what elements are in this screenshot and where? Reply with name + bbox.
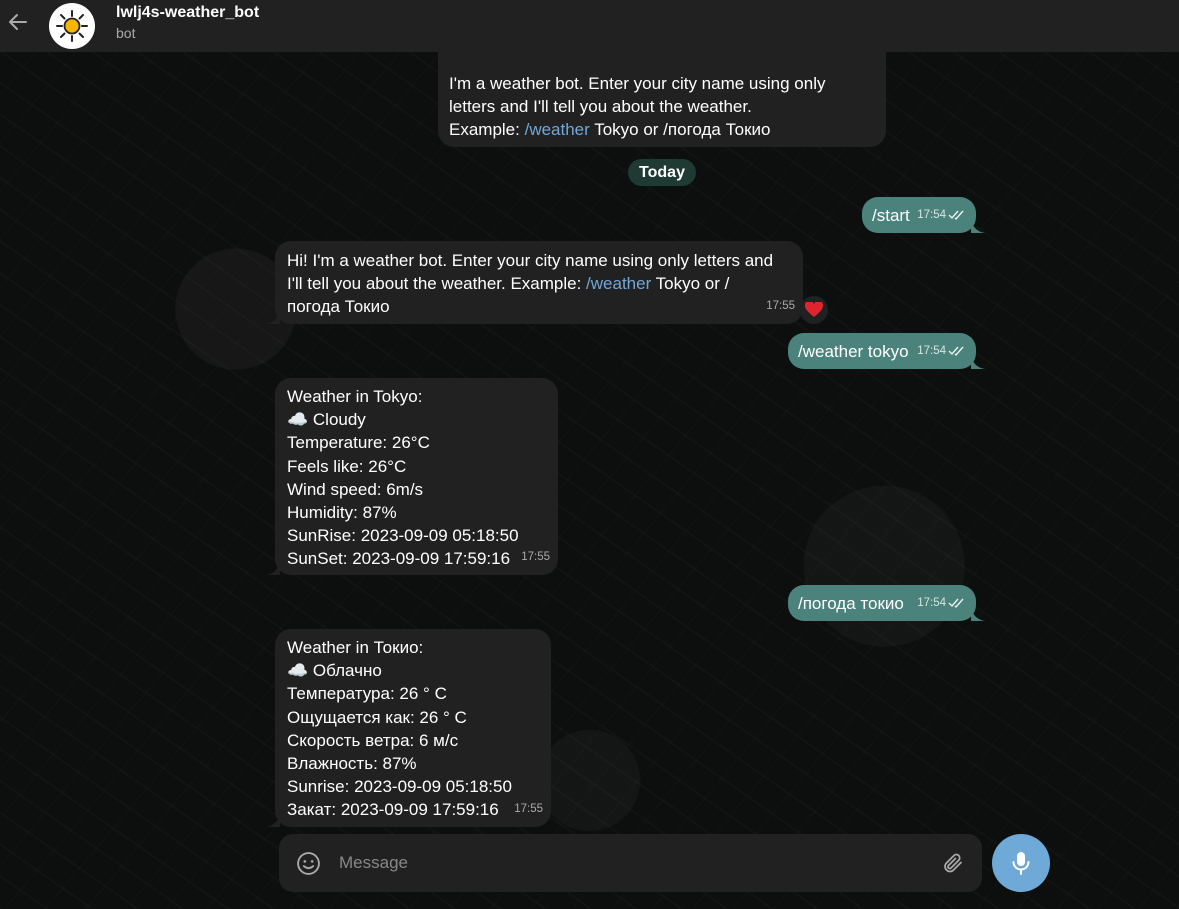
message-line: Wind speed: 6m/s: [287, 479, 424, 499]
message-bot-weather-ru[interactable]: Weather in Токио: ☁️ Облачно Температура…: [266, 629, 551, 827]
message-line: ☁️ Облачно: [287, 661, 382, 681]
message-time: 17:55: [766, 299, 795, 312]
chat-header: lwlj4s-weather_bot bot: [0, 0, 1179, 52]
message-line: I'm a weather bot. Enter your city name …: [449, 74, 826, 93]
message-line: Влажность: 87%: [287, 754, 417, 774]
message-time: 17:54: [917, 204, 966, 227]
message-line: Ощущается как: 26 ° C: [287, 707, 467, 727]
message-line: I'll tell you about the weather. Example…: [287, 274, 730, 294]
message-line: ☁️ Cloudy: [287, 410, 366, 430]
message-text: /weather tokyo: [798, 342, 909, 361]
message-user-start[interactable]: /start 17:54: [862, 197, 985, 233]
chat-background: [0, 52, 1179, 909]
message-line: Температура: 26 ° C: [287, 684, 447, 704]
message-bot-greeting[interactable]: Hi! I'm a weather bot. Enter your city n…: [266, 241, 803, 324]
message-line: Hi! I'm a weather bot. Enter your city n…: [287, 251, 774, 270]
message-composer: Message: [279, 834, 982, 892]
paperclip-icon[interactable]: [941, 851, 965, 875]
message-line: Weather in Токио:: [287, 638, 424, 657]
message-line: погода Токио: [287, 297, 390, 317]
message-bot-weather-en[interactable]: Weather in Tokyo: ☁️ Cloudy Temperature:…: [266, 378, 558, 575]
message-input[interactable]: Message: [339, 853, 408, 873]
message-time: 17:54: [917, 592, 966, 615]
message-line: SunSet: 2023-09-09 17:59:16: [287, 549, 511, 569]
bubble-tail: [266, 310, 280, 324]
message-time: 17:55: [521, 550, 550, 563]
message-line: SunRise: 2023-09-09 05:18:50: [287, 526, 519, 546]
message-line: Feels like: 26°C: [287, 456, 407, 476]
reaction-heart[interactable]: [800, 296, 828, 324]
message-line: Weather in Tokyo:: [287, 387, 423, 406]
voice-record-button[interactable]: [992, 834, 1050, 892]
heart-icon: [805, 302, 823, 317]
double-check-icon: [948, 598, 964, 608]
bubble-tail: [971, 355, 985, 369]
command-link[interactable]: /weather: [525, 120, 590, 139]
bubble-tail: [971, 607, 985, 621]
bubble-tail: [266, 561, 280, 575]
date-separator: Today: [628, 159, 696, 186]
double-check-icon: [948, 346, 964, 356]
chat-subtitle: bot: [116, 25, 136, 41]
emoji-icon[interactable]: [296, 851, 321, 876]
message-user-weather[interactable]: /weather tokyo 17:54: [788, 333, 985, 369]
message-line: Example: /weather Tokyo or /погода Токио: [449, 120, 771, 140]
message-line: Humidity: 87%: [287, 503, 397, 523]
message-line: Закат: 2023-09-09 17:59:16: [287, 800, 499, 820]
bubble-tail: [266, 813, 280, 827]
chat-title[interactable]: lwlj4s-weather_bot: [116, 4, 259, 22]
message-line: Temperature: 26°C: [287, 433, 430, 453]
double-check-icon: [948, 210, 964, 220]
bubble-tail: [971, 219, 985, 233]
message-user-pogoda[interactable]: /погода токио 17:54: [788, 585, 985, 621]
message-bot-intro[interactable]: I'm a weather bot. Enter your city name …: [438, 52, 886, 147]
avatar[interactable]: [49, 3, 95, 49]
message-time: 17:54: [917, 340, 966, 363]
message-time: 17:55: [514, 802, 543, 815]
message-line: Sunrise: 2023-09-09 05:18:50: [287, 777, 512, 797]
sun-avatar-icon: [56, 10, 88, 42]
message-text: /start: [872, 206, 910, 225]
microphone-icon: [1012, 852, 1030, 875]
back-arrow-icon[interactable]: [6, 10, 30, 34]
command-link[interactable]: /weather: [586, 274, 651, 293]
message-line: Скорость ветра: 6 м/с: [287, 730, 459, 750]
message-text: /погода токио: [798, 594, 904, 613]
message-line: letters and I'll tell you about the weat…: [449, 97, 752, 117]
